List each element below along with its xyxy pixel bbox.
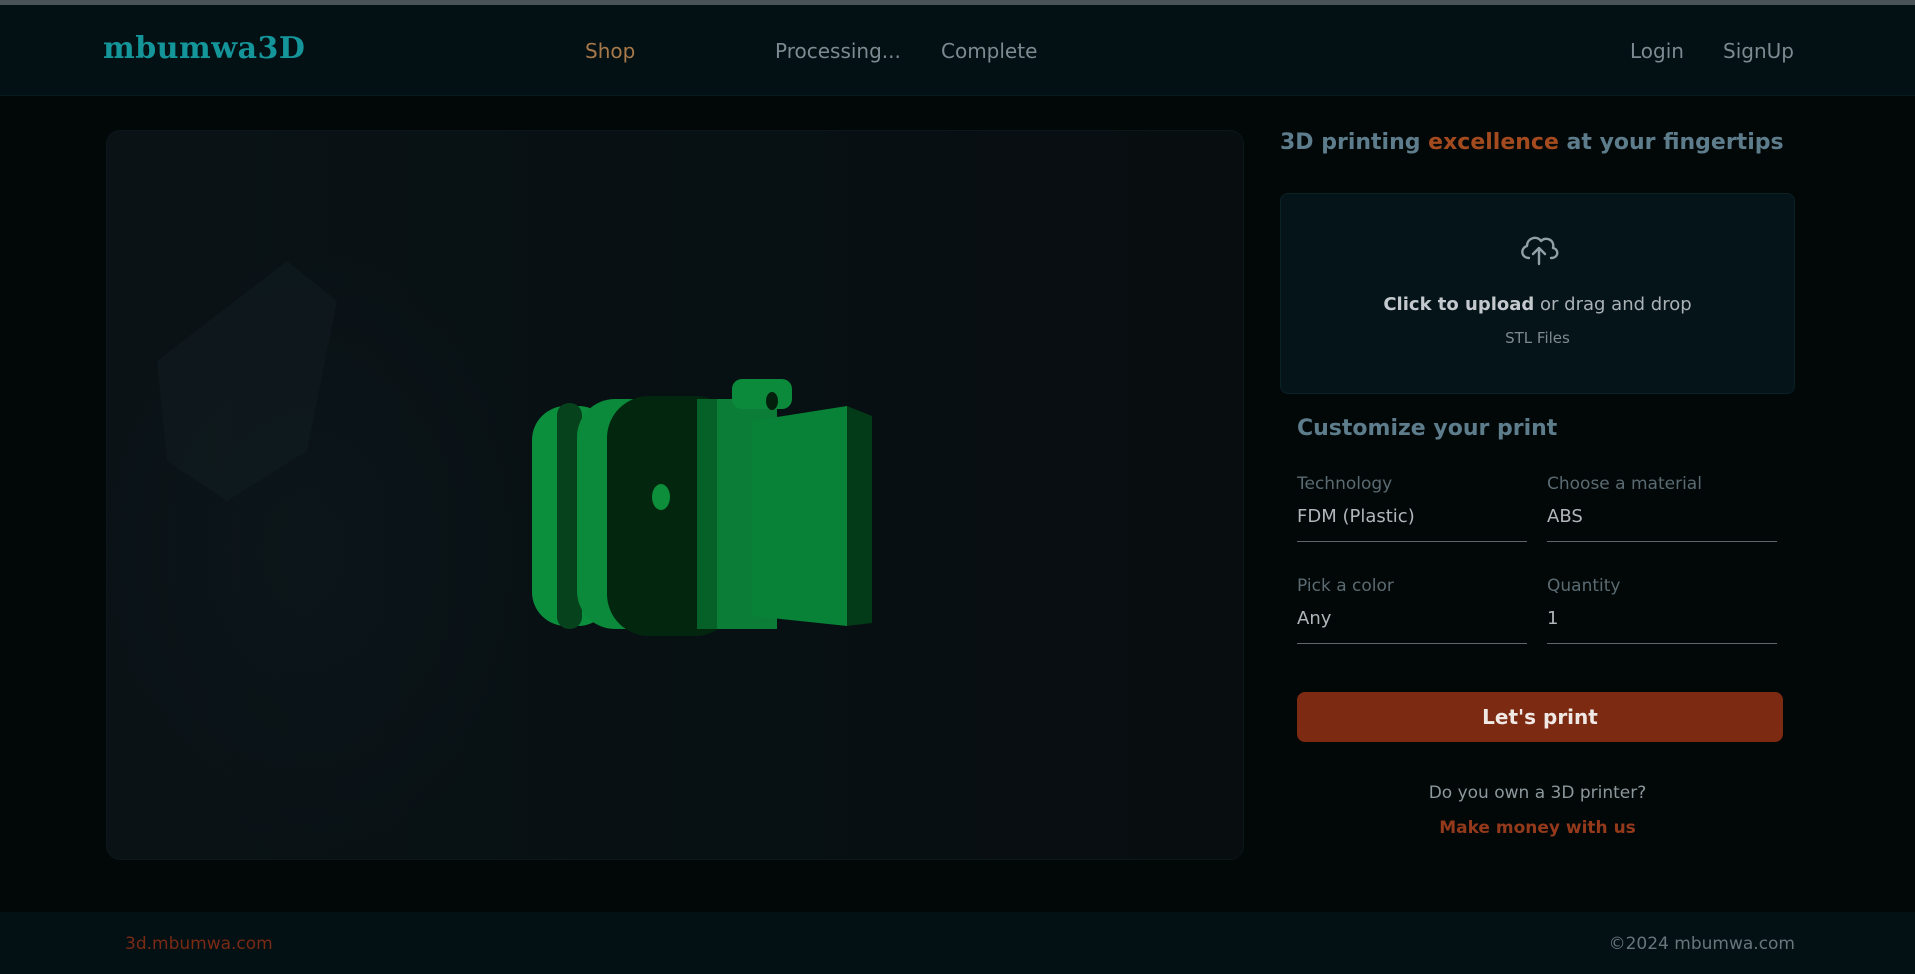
site-header: mbumwa3D Shop Processing... Complete Log…: [0, 5, 1915, 96]
drag-drop-text: or drag and drop: [1540, 294, 1692, 315]
material-field: Choose a material ABS: [1547, 474, 1777, 542]
model-scene: [107, 251, 872, 851]
file-types-hint: STL Files: [1505, 329, 1570, 347]
headline-part1: 3D printing: [1280, 130, 1421, 155]
material-label: Choose a material: [1547, 474, 1702, 494]
site-logo[interactable]: mbumwa3D: [103, 31, 305, 66]
stl-upload-dropzone[interactable]: Click to upload or drag and drop STL Fil…: [1280, 193, 1795, 394]
cloud-upload-icon: [1521, 236, 1559, 266]
nav-processing-link[interactable]: Processing...: [775, 39, 901, 63]
nav-shop-link[interactable]: Shop: [585, 39, 635, 63]
login-link[interactable]: Login: [1630, 39, 1684, 63]
customize-title: Customize your print: [1297, 416, 1558, 441]
hero-headline: 3D printing excellence at your fingertip…: [1280, 130, 1795, 155]
printer-owner-question: Do you own a 3D printer?: [1428, 783, 1647, 803]
technology-select[interactable]: FDM (Plastic): [1297, 506, 1527, 542]
color-field: Pick a color Any: [1297, 576, 1527, 644]
lets-print-button[interactable]: Let's print: [1297, 692, 1783, 742]
3d-model: [532, 379, 872, 636]
signup-link[interactable]: SignUp: [1723, 39, 1794, 63]
color-select[interactable]: Any: [1297, 608, 1527, 644]
technology-field: Technology FDM (Plastic): [1297, 474, 1527, 542]
model-tab: [732, 379, 792, 409]
make-money-link[interactable]: Make money with us: [1280, 818, 1795, 838]
model-hole: [652, 484, 670, 510]
upload-instructions: Click to upload or drag and drop: [1281, 294, 1794, 315]
color-label: Pick a color: [1297, 576, 1394, 596]
nav-complete-link[interactable]: Complete: [941, 39, 1037, 63]
material-select[interactable]: ABS: [1547, 506, 1777, 542]
site-footer: 3d.mbumwa.com ©2024 mbumwa.com: [0, 912, 1915, 974]
headline-part2: at your fingertips: [1566, 130, 1784, 155]
click-to-upload-text[interactable]: Click to upload: [1383, 294, 1534, 315]
headline-accent: excellence: [1428, 130, 1559, 155]
model-block: [752, 406, 847, 626]
quantity-field: Quantity 1: [1547, 576, 1777, 644]
quantity-input[interactable]: 1: [1547, 608, 1777, 644]
technology-label: Technology: [1297, 474, 1393, 494]
footer-site-link[interactable]: 3d.mbumwa.com: [125, 934, 273, 954]
quantity-label: Quantity: [1547, 576, 1621, 596]
footer-copyright: ©2024 mbumwa.com: [1608, 934, 1795, 954]
model-viewer-canvas[interactable]: [106, 130, 1244, 860]
